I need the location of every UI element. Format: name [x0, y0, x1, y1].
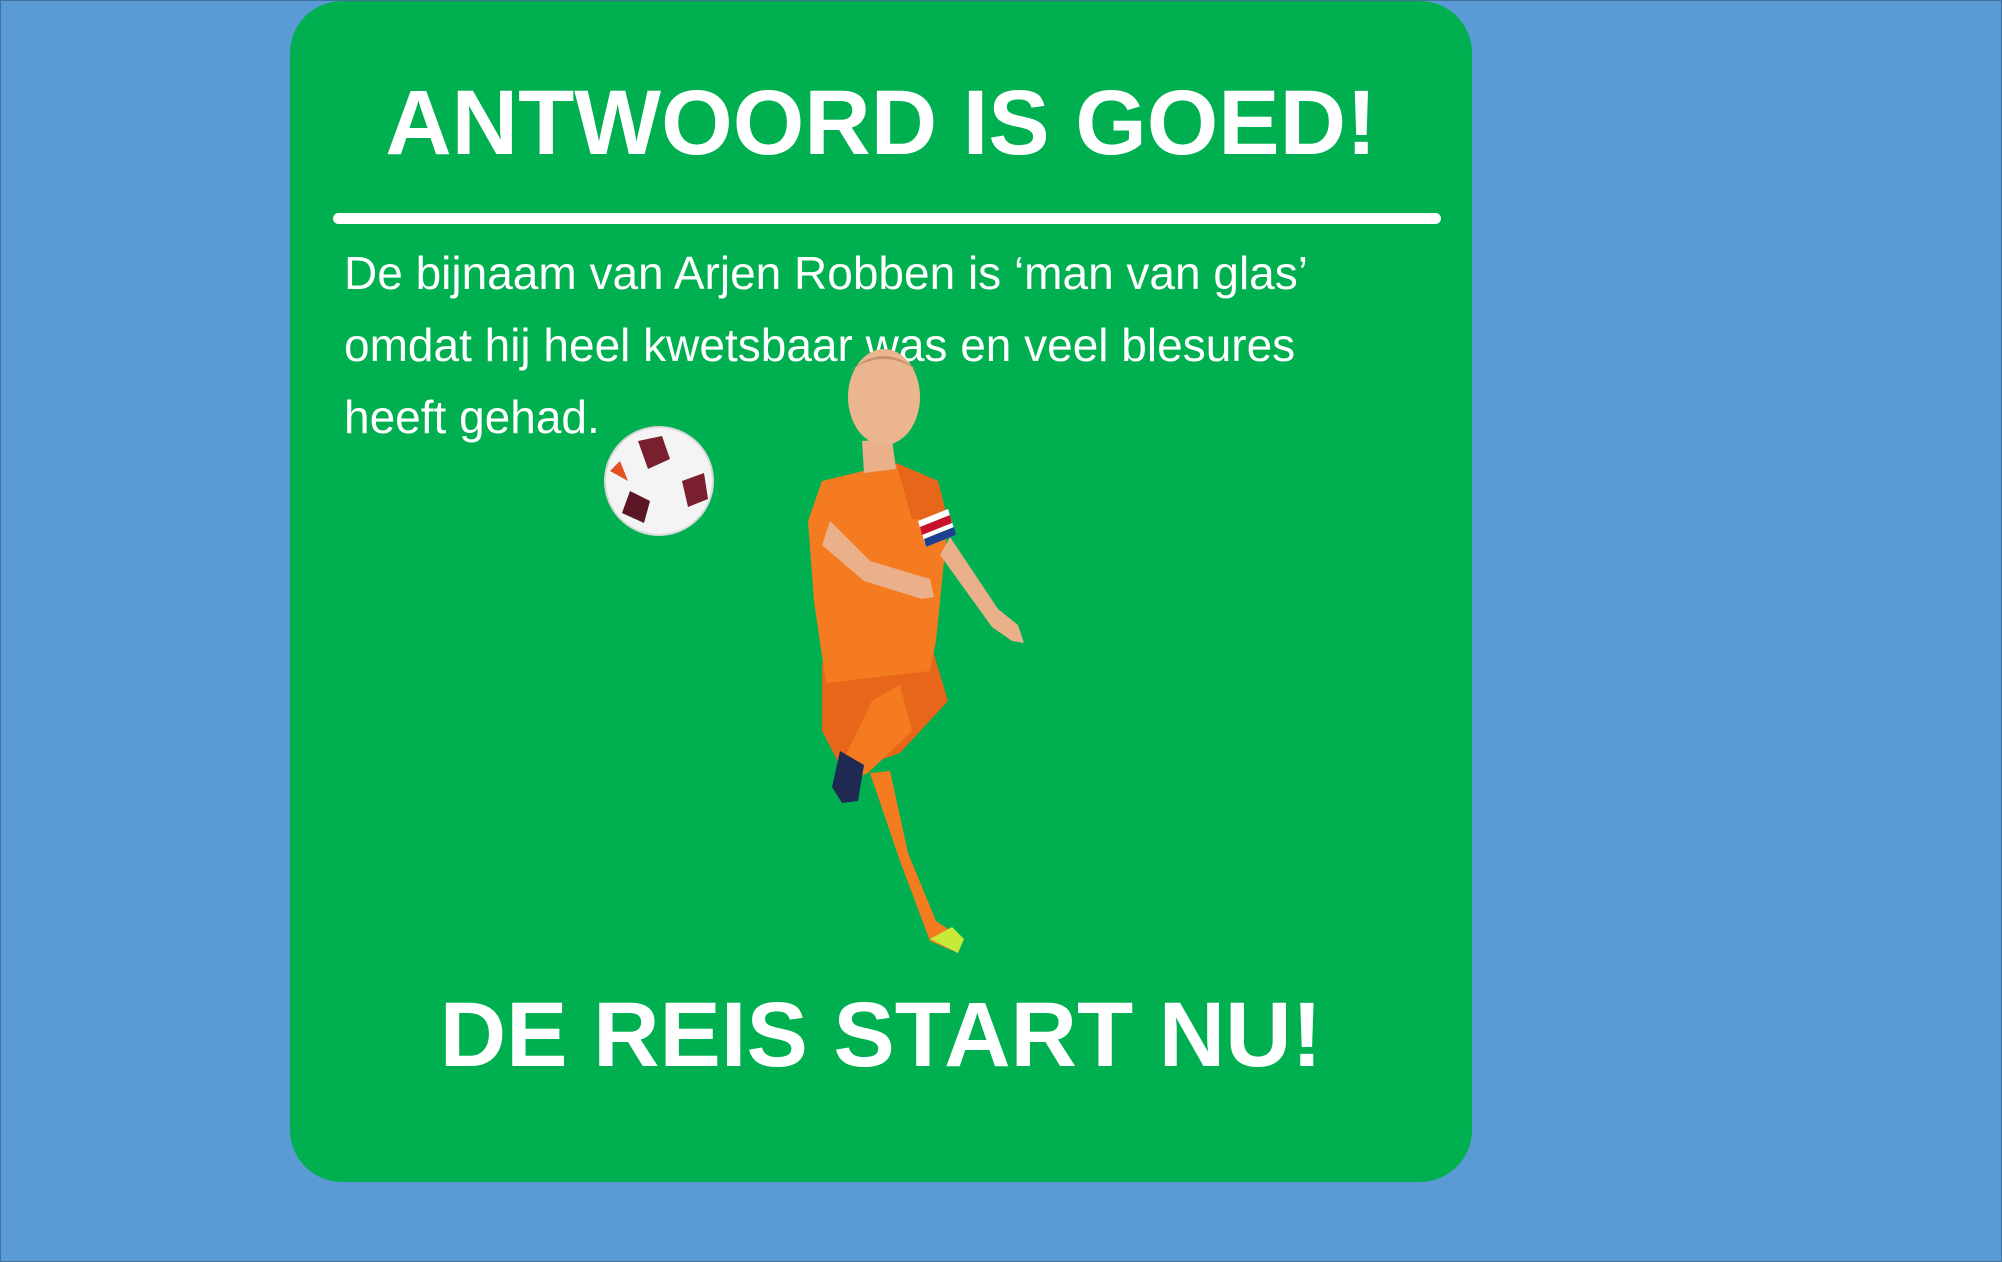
- slide-background: ANTWOORD IS GOED! De bijnaam van Arjen R…: [0, 0, 2002, 1262]
- journey-start-banner: DE REIS START NU!: [439, 984, 1323, 1086]
- result-title: ANTWOORD IS GOED!: [385, 72, 1377, 174]
- football-player-kicking-ball-illustration: [604, 349, 1024, 953]
- answer-card: ANTWOORD IS GOED! De bijnaam van Arjen R…: [290, 1, 1472, 1182]
- player-figure: [808, 349, 1024, 953]
- title-divider: [333, 213, 1441, 224]
- football-icon: [604, 426, 714, 536]
